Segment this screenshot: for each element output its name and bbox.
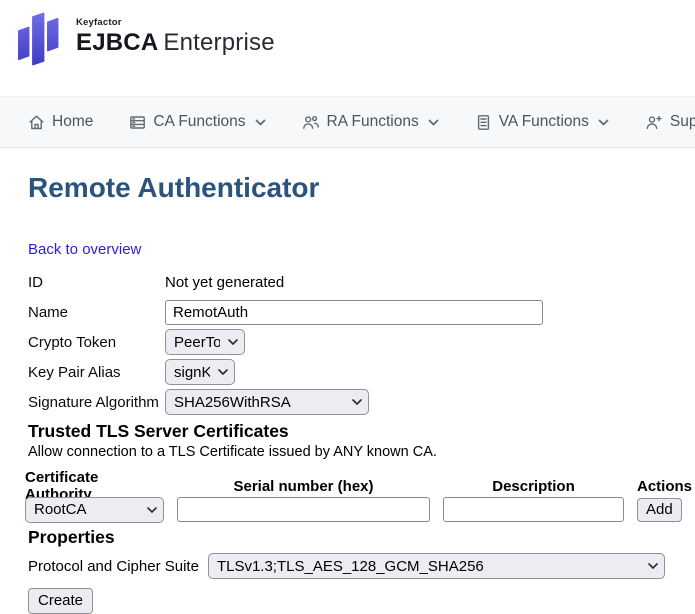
id-value: Not yet generated <box>165 274 284 291</box>
protocol-cipher-label: Protocol and Cipher Suite <box>28 558 199 575</box>
crypto-token-select[interactable]: PeerToken <box>165 329 245 355</box>
nav-item-home[interactable]: Home <box>28 113 93 131</box>
main-nav: Home CA Functions RA Functions VA Functi… <box>0 96 695 148</box>
id-row: ID Not yet generated <box>28 267 695 297</box>
server-icon <box>129 114 146 131</box>
protocol-cipher-row: Protocol and Cipher Suite TLSv1.3;TLS_AE… <box>28 553 695 579</box>
name-label: Name <box>28 304 165 321</box>
key-pair-alias-row: Key Pair Alias signKey <box>28 357 695 387</box>
nav-item-va-functions[interactable]: VA Functions <box>475 113 609 131</box>
remote-authenticator-form: ID Not yet generated Name Crypto Token P… <box>28 267 695 417</box>
app-header: Keyfactor EJBCAEnterprise <box>0 0 695 96</box>
crypto-token-row: Crypto Token PeerToken <box>28 327 695 357</box>
ejbca-logo[interactable]: Keyfactor EJBCAEnterprise <box>12 10 275 68</box>
nav-item-ca-functions[interactable]: CA Functions <box>129 113 265 131</box>
add-button[interactable]: Add <box>637 498 682 522</box>
page-title: Remote Authenticator <box>28 173 695 203</box>
chevron-down-icon <box>428 119 439 126</box>
signature-algorithm-row: Signature Algorithm SHA256WithRSA <box>28 387 695 417</box>
protocol-cipher-select[interactable]: TLSv1.3;TLS_AES_128_GCM_SHA256 <box>208 553 665 579</box>
signature-algorithm-label: Signature Algorithm <box>28 394 165 411</box>
back-to-overview-link[interactable]: Back to overview <box>28 241 141 258</box>
document-icon <box>475 114 492 131</box>
trusted-tls-description: Allow connection to a TLS Certificate is… <box>28 444 695 461</box>
chevron-down-icon <box>255 119 266 126</box>
home-icon <box>28 114 45 131</box>
col-serial-number: Serial number (hex) <box>177 478 430 495</box>
trusted-tls-table: Certificate Authority Serial number (hex… <box>25 469 689 523</box>
col-description: Description <box>443 478 624 495</box>
chevron-down-icon <box>598 119 609 126</box>
trusted-tls-heading: Trusted TLS Server Certificates <box>28 421 695 442</box>
name-row: Name <box>28 297 695 327</box>
table-row: RootCA Add <box>25 496 689 523</box>
users-icon <box>302 114 320 131</box>
brand-keyfactor: Keyfactor <box>76 18 275 28</box>
id-label: ID <box>28 274 165 291</box>
crypto-token-label: Crypto Token <box>28 334 165 351</box>
key-pair-alias-label: Key Pair Alias <box>28 364 165 381</box>
user-plus-icon <box>645 114 663 131</box>
main-content: Remote Authenticator Back to overview ID… <box>0 173 695 614</box>
nav-item-supervision-functions[interactable]: Supe <box>645 113 695 131</box>
name-input[interactable] <box>165 300 543 325</box>
serial-number-input[interactable] <box>177 497 430 522</box>
nav-item-ra-functions[interactable]: RA Functions <box>302 113 439 131</box>
create-button[interactable]: Create <box>28 588 93 614</box>
key-pair-alias-select[interactable]: signKey <box>165 359 235 385</box>
keyfactor-logo-icon <box>12 10 68 68</box>
col-actions: Actions <box>637 478 693 495</box>
certificate-authority-select[interactable]: RootCA <box>25 497 164 523</box>
brand-product: EJBCAEnterprise <box>76 29 275 56</box>
properties-heading: Properties <box>28 527 695 548</box>
description-input[interactable] <box>443 497 624 522</box>
signature-algorithm-select[interactable]: SHA256WithRSA <box>165 389 369 415</box>
trusted-tls-table-header: Certificate Authority Serial number (hex… <box>25 469 689 489</box>
